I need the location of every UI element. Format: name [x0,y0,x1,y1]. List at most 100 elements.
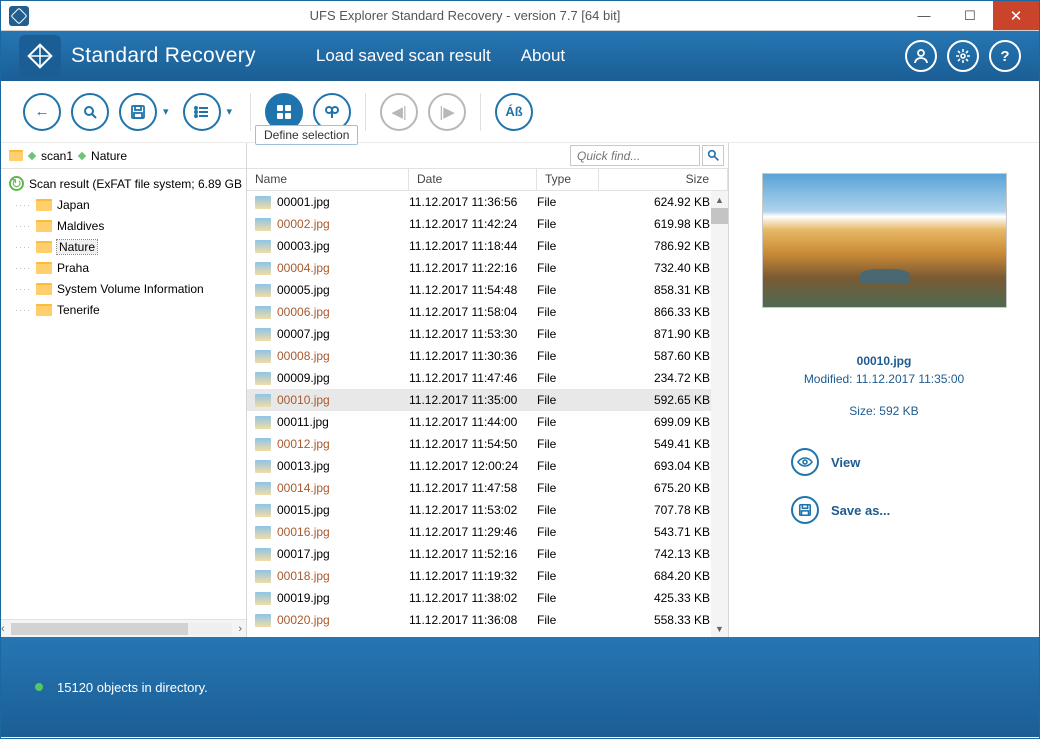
toolbar-divider [480,93,481,131]
file-thumb-icon [255,262,271,275]
file-row[interactable]: 00013.jpg11.12.2017 12:00:24File693.04 K… [247,455,728,477]
tree-horizontal-scrollbar[interactable]: ‹› [1,619,246,637]
file-date: 11.12.2017 12:00:24 [409,459,537,473]
file-row[interactable]: 00008.jpg11.12.2017 11:30:36File587.60 K… [247,345,728,367]
tree-item[interactable]: ····Praha [1,257,246,278]
toolbar-divider [365,93,366,131]
file-row[interactable]: 00010.jpg11.12.2017 11:35:00File592.65 K… [247,389,728,411]
file-row[interactable]: 00005.jpg11.12.2017 11:54:48File858.31 K… [247,279,728,301]
folder-tree[interactable]: Scan result (ExFAT file system; 6.89 GB … [1,169,246,619]
file-row[interactable]: 00020.jpg11.12.2017 11:36:08File558.33 K… [247,609,728,631]
user-icon[interactable] [905,40,937,72]
file-date: 11.12.2017 11:53:30 [409,327,537,341]
file-row[interactable]: 00015.jpg11.12.2017 11:53:02File707.78 K… [247,499,728,521]
file-type: File [537,613,599,627]
file-size: 558.33 KB [599,613,728,627]
back-button[interactable]: ← [23,93,61,131]
diamond-icon [78,151,86,159]
file-row[interactable]: 00017.jpg11.12.2017 11:52:16File742.13 K… [247,543,728,565]
tree-item[interactable]: ····Tenerife [1,299,246,320]
file-list[interactable]: 00001.jpg11.12.2017 11:36:56File624.92 K… [247,191,728,637]
file-row[interactable]: 00019.jpg11.12.2017 11:38:02File425.33 K… [247,587,728,609]
tree-item[interactable]: ···· Japan [1,194,246,215]
preview-size: Size: 592 KB [804,404,964,418]
file-row[interactable]: 00012.jpg11.12.2017 11:54:50File549.41 K… [247,433,728,455]
maximize-button[interactable]: ☐ [947,1,993,30]
search-button[interactable] [71,93,109,131]
file-type: File [537,481,599,495]
quick-find-input[interactable] [570,145,700,166]
tree-scan-result[interactable]: Scan result (ExFAT file system; 6.89 GB … [1,173,246,194]
file-size: 624.92 KB [599,195,728,209]
file-row[interactable]: 00006.jpg11.12.2017 11:58:04File866.33 K… [247,301,728,323]
file-row[interactable]: 00009.jpg11.12.2017 11:47:46File234.72 K… [247,367,728,389]
tree-item[interactable]: ···· Nature [1,236,246,257]
file-size: 425.33 KB [599,591,728,605]
col-date[interactable]: Date [409,169,537,190]
file-name: 00019.jpg [277,591,409,605]
file-size: 871.90 KB [599,327,728,341]
save-dropdown-caret[interactable]: ▾ [163,105,169,118]
file-row[interactable]: 00007.jpg11.12.2017 11:53:30File871.90 K… [247,323,728,345]
breadcrumb-item[interactable]: scan1 [41,149,73,163]
col-type[interactable]: Type [537,169,599,190]
list-options-button[interactable] [183,93,221,131]
file-thumb-icon [255,482,271,495]
file-thumb-icon [255,394,271,407]
tree-item-label: System Volume Information [57,282,204,296]
file-row[interactable]: 00018.jpg11.12.2017 11:19:32File684.20 K… [247,565,728,587]
quick-find-button[interactable] [702,145,724,166]
save-as-button[interactable]: Save as... [791,496,890,524]
tree-item-label: Japan [57,198,90,212]
file-row[interactable]: 00002.jpg11.12.2017 11:42:24File619.98 K… [247,213,728,235]
col-name[interactable]: Name [247,169,409,190]
file-size: 592.65 KB [599,393,728,407]
minimize-button[interactable]: — [901,1,947,30]
menu-about[interactable]: About [521,46,565,66]
eye-icon [791,448,819,476]
save-button[interactable] [119,93,157,131]
file-date: 11.12.2017 11:54:48 [409,283,537,297]
settings-icon[interactable] [947,40,979,72]
tree-item[interactable]: ····Maldives [1,215,246,236]
save-as-label: Save as... [831,503,890,518]
close-button[interactable]: ✕ [993,1,1039,30]
file-thumb-icon [255,614,271,627]
file-row[interactable]: 00011.jpg11.12.2017 11:44:00File699.09 K… [247,411,728,433]
file-row[interactable]: 00016.jpg11.12.2017 11:29:46File543.71 K… [247,521,728,543]
file-row[interactable]: 00003.jpg11.12.2017 11:18:44File786.92 K… [247,235,728,257]
tree-item[interactable]: ····System Volume Information [1,278,246,299]
status-dot-icon [35,683,43,691]
file-size: 742.13 KB [599,547,728,561]
file-row[interactable]: 00004.jpg11.12.2017 11:22:16File732.40 K… [247,257,728,279]
file-size: 543.71 KB [599,525,728,539]
tree-item-label: Nature [57,240,97,254]
vertical-scrollbar[interactable]: ▲▼ [711,191,728,637]
folder-icon [36,262,52,274]
file-thumb-icon [255,218,271,231]
file-date: 11.12.2017 11:47:58 [409,481,537,495]
file-thumb-icon [255,416,271,429]
menu-load-result[interactable]: Load saved scan result [316,46,491,66]
preview-filename: 00010.jpg [804,354,964,368]
view-label: View [831,455,860,470]
breadcrumb-item[interactable]: Nature [91,149,127,163]
help-icon[interactable]: ? [989,40,1021,72]
file-date: 11.12.2017 11:30:36 [409,349,537,363]
file-row[interactable]: 00014.jpg11.12.2017 11:47:58File675.20 K… [247,477,728,499]
list-dropdown-caret[interactable]: ▾ [227,105,233,118]
col-size[interactable]: Size [599,169,728,190]
prev-button: ◀| [380,93,418,131]
file-thumb-icon [255,504,271,517]
text-button[interactable]: Áß [495,93,533,131]
file-row[interactable]: 00001.jpg11.12.2017 11:36:56File624.92 K… [247,191,728,213]
tree-connector: ···· [15,242,31,252]
file-type: File [537,195,599,209]
file-thumb-icon [255,570,271,583]
tree-connector: ···· [15,305,31,315]
tree-connector: ···· [15,200,31,210]
view-button[interactable]: View [791,448,890,476]
file-list-pane: Name Date Type Size 00001.jpg11.12.2017 … [247,143,729,637]
breadcrumb: scan1 Nature [1,143,246,169]
file-type: File [537,547,599,561]
